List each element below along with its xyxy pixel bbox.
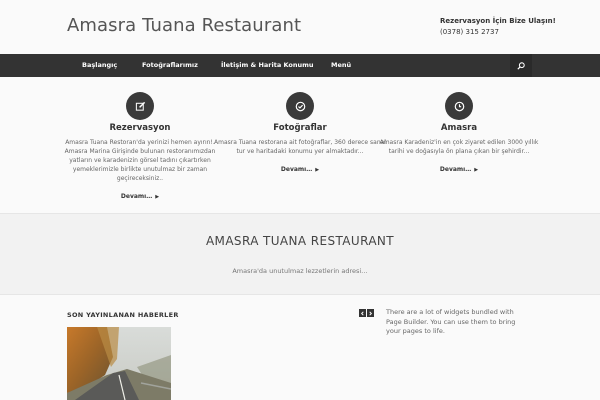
read-more-link[interactable]: Devamı… ▶ [281,166,319,173]
clock-icon [454,101,464,111]
feature-text: Amasra Tuana Restoran'da yerinizi hemen … [64,139,216,182]
contact-title: Rezervasyon İçin Bize Ulaşın! [440,17,556,25]
read-more-label: Devamı… [280,166,313,173]
news-thumbnail[interactable] [67,327,171,400]
read-more-link[interactable]: Devamı… ▶ [440,166,478,173]
feature-title[interactable]: Fotoğraflar [210,123,390,133]
contact-phone[interactable]: (0378) 315 2737 [440,27,556,38]
caret-right-icon: ▶ [315,167,320,173]
feature-text: Amasra Tuana restorana ait fotoğraflar, … [214,139,386,155]
check-circle-icon [295,101,305,111]
nav-item-iletisim[interactable]: İletişim & Harita Konumu [221,54,314,77]
read-more-link[interactable]: Devamı… ▶ [121,193,159,200]
feature-icon-circle [445,92,473,120]
hero-subtitle: Amasra'da unutulmaz lezzetlerin adresi… [232,267,368,275]
bottom-section: SON YAYINLANAN HABERLER There are a lot … [0,295,600,400]
header-contact: Rezervasyon İçin Bize Ulaşın! (0378) 315… [440,16,556,38]
read-more-label: Devamı… [120,193,153,200]
feature-title[interactable]: Rezervasyon [50,123,230,133]
main-nav: Başlangıç Fotoğraflarımız İletişim & Har… [0,54,600,77]
site-title[interactable]: Amasra Tuana Restaurant [67,15,301,36]
caret-right-icon: ▶ [474,167,479,173]
read-more-label: Devamı… [439,166,472,173]
slider-prev-button[interactable] [359,309,366,317]
slider-next-button[interactable] [367,309,374,317]
hero-title: AMASRA TUANA RESTAURANT [205,234,395,248]
chevron-right-icon [369,310,373,316]
search-icon [517,61,525,70]
site-header: Amasra Tuana Restaurant Rezervasyon İçin… [0,0,600,54]
nav-item-baslangic[interactable]: Başlangıç [82,54,117,77]
feature-rezervasyon: Rezervasyon Amasra Tuana Restoran'da yer… [50,92,230,202]
chevron-left-icon [360,310,364,316]
feature-title[interactable]: Amasra [369,123,549,133]
autumn-road-image [67,327,171,400]
feature-amasra: Amasra Amasra Karadeniz'in en çok ziyare… [369,92,549,175]
feature-fotograflar: Fotoğraflar Amasra Tuana restorana ait f… [210,92,390,175]
nav-search-button[interactable] [510,54,532,77]
edit-icon [135,101,145,111]
feature-icon-circle [126,92,154,120]
feature-icon-circle [286,92,314,120]
nav-item-fotograflarimiz[interactable]: Fotoğraflarımız [142,54,198,77]
nav-item-menu[interactable]: Menü [331,54,351,77]
caret-right-icon: ▶ [155,194,160,200]
widget-text: There are a lot of widgets bundled with … [386,308,516,335]
features-section: Rezervasyon Amasra Tuana Restoran'da yer… [0,77,600,213]
hero-band: AMASRA TUANA RESTAURANT Amasra'da unutul… [0,213,600,295]
news-heading: SON YAYINLANAN HABERLER [67,311,179,319]
feature-text: Amasra Karadeniz'in en çok ziyaret edile… [379,139,539,155]
